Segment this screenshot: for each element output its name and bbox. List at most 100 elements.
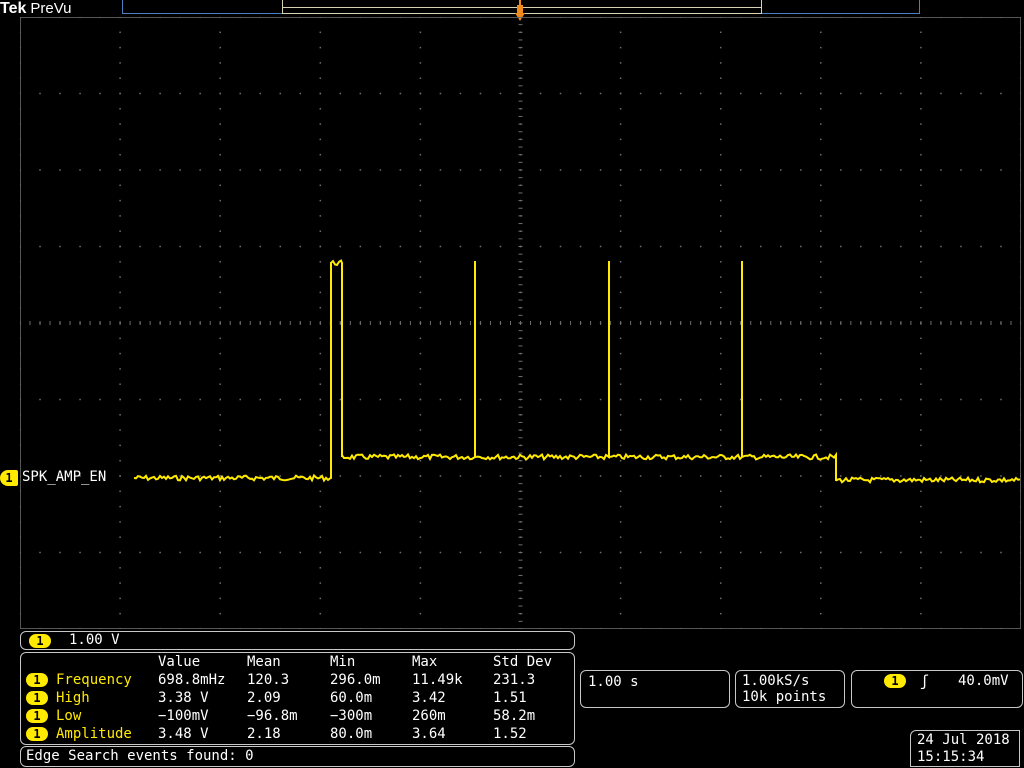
grid-dot bbox=[219, 17, 221, 18]
grid-dot bbox=[339, 475, 342, 477]
grid-dot bbox=[619, 582, 622, 584]
grid-dot bbox=[920, 215, 922, 217]
grid-dot bbox=[199, 92, 201, 95]
grid-dot bbox=[499, 169, 502, 171]
grid-dot bbox=[659, 551, 662, 554]
grid-dot bbox=[820, 153, 822, 156]
measurement-min: 80.0m bbox=[330, 726, 373, 742]
grid-dot bbox=[1020, 62, 1021, 64]
grid-dot bbox=[419, 261, 422, 263]
grid-dot bbox=[119, 612, 121, 615]
grid-dot bbox=[439, 245, 442, 248]
grid-dot bbox=[719, 521, 722, 523]
channel-1-ground-marker[interactable]: 1 bbox=[0, 470, 18, 486]
grid-dot bbox=[619, 398, 622, 401]
grid-dot bbox=[319, 306, 322, 309]
grid-dot bbox=[619, 199, 622, 202]
measurement-row-low[interactable]: 1 Low −100mV −96.8m −300m 260m 58.2m bbox=[21, 707, 574, 725]
datetime-panel[interactable]: 24 Jul 2018 15:15:34 bbox=[910, 730, 1020, 767]
grid-dot bbox=[119, 628, 121, 629]
measurement-row-frequency[interactable]: 1 Frequency 698.8mHz 120.3 296.0m 11.49k… bbox=[21, 671, 574, 689]
grid-dot bbox=[619, 153, 622, 156]
grid-dot bbox=[920, 459, 922, 462]
grid-dot bbox=[159, 245, 161, 248]
grid-dot bbox=[619, 536, 622, 538]
grid-dot bbox=[719, 536, 722, 538]
grid-dot bbox=[419, 77, 422, 79]
horizontal-scale-panel[interactable]: 1.00 s bbox=[580, 670, 730, 708]
grid-dot bbox=[479, 92, 482, 95]
grid-dot bbox=[379, 398, 382, 401]
measurement-panel[interactable]: Value Mean Min Max Std Dev 1 Frequency 6… bbox=[20, 652, 575, 745]
grid-dot bbox=[20, 459, 21, 462]
grid-dot bbox=[860, 475, 862, 477]
grid-dot bbox=[920, 490, 922, 493]
grid-dot bbox=[319, 199, 322, 202]
grid-dot bbox=[659, 17, 662, 18]
grid-dot bbox=[579, 551, 582, 554]
measurement-row-high[interactable]: 1 High 3.38 V 2.09 60.0m 3.42 1.51 bbox=[21, 689, 574, 707]
grid-dot bbox=[419, 429, 422, 431]
measurement-mean: 2.09 bbox=[247, 690, 281, 706]
grid-dot bbox=[579, 628, 582, 629]
grid-dot bbox=[880, 475, 882, 477]
grid-dot bbox=[59, 17, 61, 18]
grid-dot bbox=[279, 245, 282, 248]
grid-dot bbox=[719, 628, 722, 629]
measurement-row-amplitude[interactable]: 1 Amplitude 3.48 V 2.18 80.0m 3.64 1.52 bbox=[21, 725, 574, 743]
grid-dot bbox=[900, 628, 902, 629]
grid-dot bbox=[679, 169, 682, 171]
grid-dot bbox=[20, 444, 21, 447]
grid-dot bbox=[1020, 153, 1021, 156]
grid-dot bbox=[940, 169, 942, 171]
grid-dot bbox=[820, 77, 822, 79]
grid-dot bbox=[699, 628, 702, 629]
grid-dot bbox=[840, 169, 842, 171]
grid-dot bbox=[299, 17, 302, 18]
grid-dot bbox=[119, 490, 121, 493]
grid-dot bbox=[579, 17, 582, 18]
sample-rate: 1.00kS/s bbox=[742, 673, 810, 689]
search-results-panel[interactable]: Edge Search events found: 0 bbox=[20, 746, 575, 767]
grid-dot bbox=[439, 398, 442, 401]
channel-label[interactable]: SPK_AMP_EN bbox=[22, 469, 106, 486]
grid-dot bbox=[619, 459, 622, 462]
grid-dot bbox=[119, 230, 121, 232]
grid-dot bbox=[719, 383, 722, 385]
trigger-panel[interactable]: 1 ʃ 40.0mV bbox=[851, 670, 1023, 708]
grid-dot bbox=[259, 628, 261, 629]
grid-dot bbox=[20, 17, 21, 18]
grid-dot bbox=[599, 17, 602, 18]
grid-dot bbox=[559, 475, 562, 477]
grid-dot bbox=[719, 459, 722, 462]
grid-dot bbox=[619, 352, 622, 355]
grid-dot bbox=[459, 92, 462, 95]
grid-dot bbox=[419, 169, 422, 171]
measurement-min: 60.0m bbox=[330, 690, 373, 706]
grid-dot bbox=[119, 46, 121, 49]
grid-dot bbox=[780, 169, 782, 171]
grid-dot bbox=[159, 551, 161, 554]
grid-dot bbox=[719, 245, 722, 248]
grid-dot bbox=[619, 184, 622, 187]
grid-dot bbox=[920, 383, 922, 385]
grid-dot bbox=[459, 17, 462, 18]
grid-dot bbox=[900, 17, 902, 18]
grid-dot bbox=[119, 444, 121, 447]
grid-dot bbox=[219, 291, 221, 294]
grid-dot bbox=[860, 398, 862, 401]
grid-dot bbox=[559, 245, 562, 248]
grid-dot bbox=[319, 597, 322, 600]
measurement-std-dev: 58.2m bbox=[493, 708, 536, 724]
grid-dot bbox=[219, 62, 221, 64]
vertical-scale-panel[interactable]: 1 1.00 V bbox=[20, 631, 575, 650]
grid-dot bbox=[119, 597, 121, 600]
grid-dot bbox=[20, 551, 21, 554]
waveform-graticule[interactable] bbox=[20, 17, 1021, 629]
acquisition-panel[interactable]: 1.00kS/s 10k points bbox=[735, 670, 845, 708]
grid-dot bbox=[119, 337, 121, 340]
grid-dot bbox=[960, 169, 962, 171]
grid-dot bbox=[219, 536, 221, 538]
grid-dot bbox=[379, 92, 382, 95]
grid-dot bbox=[719, 215, 722, 217]
